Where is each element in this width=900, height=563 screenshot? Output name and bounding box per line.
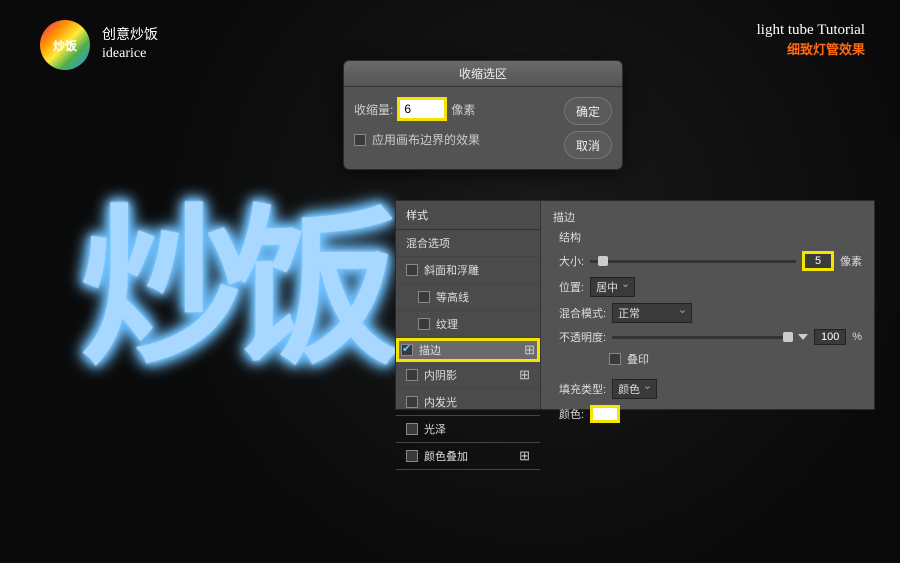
style-satin-checkbox[interactable]	[406, 423, 418, 435]
structure-label: 结构	[559, 229, 862, 245]
style-color-overlay-checkbox[interactable]	[406, 450, 418, 462]
position-label: 位置:	[559, 279, 584, 295]
style-item-label: 纹理	[436, 316, 458, 332]
dialog-title: 收缩选区	[344, 61, 622, 87]
tutorial-title-cn: 细致灯管效果	[757, 39, 865, 58]
style-bevel[interactable]: 斜面和浮雕	[396, 257, 540, 284]
ok-button[interactable]: 确定	[564, 97, 612, 125]
style-list-header: 样式	[396, 201, 540, 230]
style-inner-glow[interactable]: 内发光	[396, 389, 540, 416]
tutorial-title: light tube Tutorial 细致灯管效果	[757, 22, 865, 58]
style-contour[interactable]: 等高线	[396, 284, 540, 311]
contract-amount-input[interactable]	[397, 97, 447, 121]
style-item-label: 内阴影	[424, 367, 457, 383]
style-item-label: 等高线	[436, 289, 469, 305]
stroke-color-swatch[interactable]	[590, 405, 620, 423]
style-item-label: 混合选项	[406, 235, 450, 251]
fill-type-select[interactable]: 颜色	[612, 379, 657, 399]
contract-amount-label: 收缩量:	[354, 101, 393, 118]
neon-artwork: 炒饭	[80, 150, 380, 396]
style-inner-glow-checkbox[interactable]	[406, 396, 418, 408]
style-item-label: 斜面和浮雕	[424, 262, 479, 278]
apply-canvas-checkbox[interactable]	[354, 134, 366, 146]
style-bevel-checkbox[interactable]	[406, 264, 418, 276]
opacity-label: 不透明度:	[559, 329, 606, 345]
overprint-checkbox[interactable]	[609, 353, 621, 365]
add-inner-shadow-icon[interactable]: ⊞	[519, 367, 530, 383]
cancel-button[interactable]: 取消	[564, 131, 612, 159]
style-inner-shadow-checkbox[interactable]	[406, 369, 418, 381]
style-blending-options[interactable]: 混合选项	[396, 230, 540, 257]
apply-canvas-label: 应用画布边界的效果	[372, 131, 480, 148]
stroke-title: 描边	[553, 209, 862, 225]
position-select[interactable]: 居中	[590, 277, 635, 297]
style-texture[interactable]: 纹理	[396, 311, 540, 338]
size-input[interactable]: 5	[802, 251, 834, 271]
style-texture-checkbox[interactable]	[418, 318, 430, 330]
add-color-overlay-icon[interactable]: ⊞	[519, 448, 530, 464]
opacity-reset-icon[interactable]	[798, 334, 808, 340]
blend-mode-select[interactable]: 正常	[612, 303, 692, 323]
style-color-overlay[interactable]: 颜色叠加 ⊞	[396, 443, 540, 470]
style-item-label: 颜色叠加	[424, 448, 468, 464]
opacity-input[interactable]: 100	[814, 329, 846, 345]
tutorial-title-en: light tube Tutorial	[757, 22, 865, 39]
style-satin[interactable]: 光泽	[396, 416, 540, 443]
opacity-unit: %	[852, 331, 862, 343]
size-label: 大小:	[559, 253, 584, 269]
fill-type-label: 填充类型:	[559, 381, 606, 397]
brand-block: 炒饭 创意炒饭 idearice	[40, 20, 158, 70]
style-item-label: 光泽	[424, 421, 446, 437]
style-list: 样式 混合选项 斜面和浮雕 等高线 纹理 描边 ⊞ 内阴影 ⊞ 内发光	[396, 201, 541, 409]
style-item-label: 描边	[419, 342, 441, 358]
style-inner-shadow[interactable]: 内阴影 ⊞	[396, 362, 540, 389]
style-stroke-checkbox[interactable]	[401, 344, 413, 356]
layer-style-panel: 样式 混合选项 斜面和浮雕 等高线 纹理 描边 ⊞ 内阴影 ⊞ 内发光	[395, 200, 875, 410]
add-stroke-icon[interactable]: ⊞	[524, 342, 535, 358]
blend-mode-label: 混合模式:	[559, 305, 606, 321]
contract-selection-dialog: 收缩选区 收缩量: 像素 应用画布边界的效果 确定 取消	[343, 60, 623, 170]
brand-en: idearice	[102, 45, 158, 63]
opacity-slider[interactable]	[612, 336, 792, 339]
brand-text: 创意炒饭 idearice	[102, 27, 158, 63]
size-slider[interactable]	[590, 260, 796, 263]
contract-amount-unit: 像素	[451, 101, 475, 118]
style-contour-checkbox[interactable]	[418, 291, 430, 303]
style-stroke[interactable]: 描边 ⊞	[396, 338, 540, 362]
style-item-label: 内发光	[424, 394, 457, 410]
brand-cn: 创意炒饭	[102, 27, 158, 45]
logo-icon: 炒饭	[40, 20, 90, 70]
stroke-settings: 描边 结构 大小: 5 像素 位置: 居中 混合模式: 正常 不透明度: 100	[541, 201, 874, 409]
color-label: 颜色:	[559, 406, 584, 422]
size-unit: 像素	[840, 253, 862, 269]
overprint-label: 叠印	[627, 351, 649, 367]
